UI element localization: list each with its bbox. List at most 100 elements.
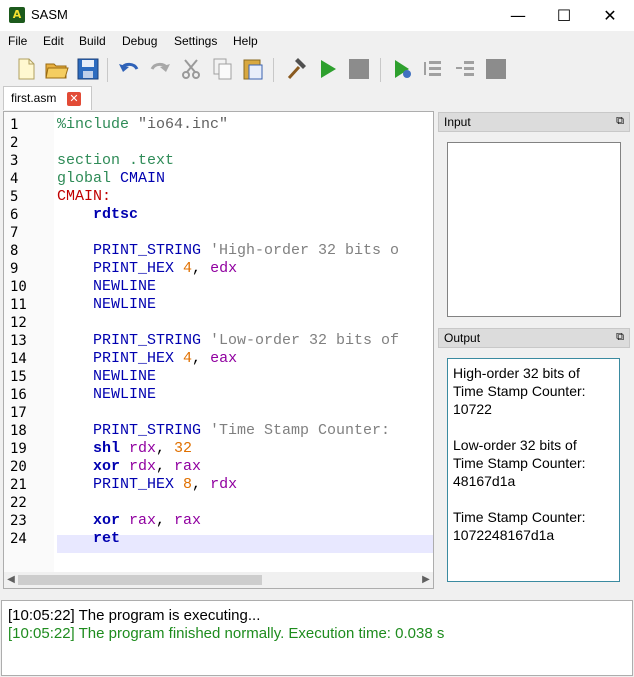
code-line: global CMAIN [57,170,165,187]
minimize-button[interactable]: — [495,0,541,31]
maximize-button[interactable]: ☐ [541,0,587,31]
line-number: 20 [10,459,27,475]
code-token: 4 [183,350,193,367]
code-token: CMAIN [120,170,166,187]
menu-help[interactable]: Help [233,34,258,48]
toolbar-separator [380,58,381,82]
line-number: 17 [10,405,27,421]
program-input-field[interactable] [447,142,621,317]
menu-settings[interactable]: Settings [174,34,217,48]
code-token: NEWLINE [57,368,157,385]
redo-icon[interactable] [147,56,173,82]
new-file-icon[interactable] [13,56,39,82]
code-token: xor [57,512,130,529]
float-panel-icon[interactable]: ⧉ [616,330,624,344]
code-token: NEWLINE [57,278,157,295]
toolbar-separator [273,58,274,82]
line-number: 7 [10,225,19,241]
code-line: PRINT_STRING 'Low-order 32 bits of [57,332,399,349]
code-token: eax [210,350,238,367]
log-line: [10:05:22] The program is executing... [8,607,261,624]
code-token: PRINT_STRING [57,242,211,259]
code-token: rdx [129,458,157,475]
code-line: ret [57,530,120,547]
line-number: 21 [10,477,27,493]
code-token: ret [57,530,121,547]
build-hammer-icon[interactable] [284,56,310,82]
output-line: Time Stamp Counter: [453,455,586,471]
window-title: SASM [31,7,68,22]
close-tab-icon[interactable]: ✕ [67,92,81,106]
close-window-button[interactable]: ✕ [587,0,633,31]
save-icon[interactable] [75,56,101,82]
line-number-gutter: 1 2 3 4 5 6 7 8 9 10 11 12 13 14 15 16 17 18 19 20 21 22 23 24 [4,112,54,572]
debug-stop-icon[interactable] [483,56,509,82]
toolbar-separator [107,58,108,82]
code-token: PRINT_STRING [57,422,211,439]
tab-first-asm[interactable]: first.asm ✕ [3,86,92,110]
output-line: Low-order 32 bits of [453,437,577,453]
program-output-area[interactable]: High-order 32 bits of Time Stamp Counter… [447,358,620,582]
input-panel-header: Input ⧉ [438,112,630,132]
stop-icon[interactable] [346,56,372,82]
step-over-icon[interactable] [421,56,447,82]
run-icon[interactable] [315,56,341,82]
undo-icon[interactable] [116,56,142,82]
code-token: "io64.inc" [138,116,229,133]
code-token: edx [210,260,238,277]
code-token: .text [129,152,175,169]
line-number: 6 [10,207,19,223]
line-number: 5 [10,189,19,205]
line-number: 15 [10,369,27,385]
line-number: 22 [10,495,27,511]
output-line: 1072248167d1a [453,527,555,543]
code-line: xor rdx, rax [57,458,201,475]
line-number: 11 [10,297,27,313]
code-token: PRINT_STRING [57,332,211,349]
scroll-right-icon[interactable]: ▶ [419,572,433,588]
code-token: 'High-order 32 bits o [210,242,400,259]
step-into-icon[interactable] [452,56,478,82]
menu-bar: File Edit Build Debug Settings Help [0,31,634,52]
output-line: Time Stamp Counter: [453,383,586,399]
float-panel-icon[interactable]: ⧉ [616,114,624,128]
copy-icon[interactable] [209,56,235,82]
input-panel-title: Input [444,115,471,129]
scroll-left-icon[interactable]: ◀ [4,572,18,588]
code-token: rdx [210,476,238,493]
debug-icon[interactable] [390,56,416,82]
code-line: PRINT_HEX 8, rdx [57,476,237,493]
code-token: 32 [174,440,193,457]
code-token: %include [57,116,139,133]
menu-edit[interactable]: Edit [43,34,64,48]
code-token: PRINT_HEX [57,476,184,493]
menu-file[interactable]: File [8,34,27,48]
sasm-app-icon: A [9,7,25,23]
code-token: CMAIN: [57,188,112,205]
line-number: 14 [10,351,27,367]
menu-debug[interactable]: Debug [122,34,157,48]
horizontal-scrollbar[interactable]: ◀ ▶ [4,572,433,588]
code-line: NEWLINE [57,386,156,403]
line-number: 12 [10,315,27,331]
code-token: , [156,440,175,457]
build-log[interactable]: [10:05:22] The program is executing... [… [1,600,633,676]
code-token: shl [57,440,130,457]
line-number: 10 [10,279,27,295]
code-token: , [192,260,211,277]
paste-icon[interactable] [240,56,266,82]
tab-bar: first.asm ✕ [0,86,634,110]
code-token: section [57,152,130,169]
code-line: PRINT_HEX 4, eax [57,350,237,367]
code-line: NEWLINE [57,278,156,295]
open-file-icon[interactable] [44,56,70,82]
menu-build[interactable]: Build [79,34,106,48]
line-number: 9 [10,261,19,277]
code-line: PRINT_STRING 'High-order 32 bits o [57,242,399,259]
cut-icon[interactable] [178,56,204,82]
code-token: xor [57,458,130,475]
output-panel-title: Output [444,331,481,345]
code-token: rax [174,458,202,475]
code-editor[interactable]: 1 2 3 4 5 6 7 8 9 10 11 12 13 14 15 16 17 18 19 20 21 22 23 24 … [3,111,434,589]
scrollbar-thumb[interactable] [18,575,262,585]
